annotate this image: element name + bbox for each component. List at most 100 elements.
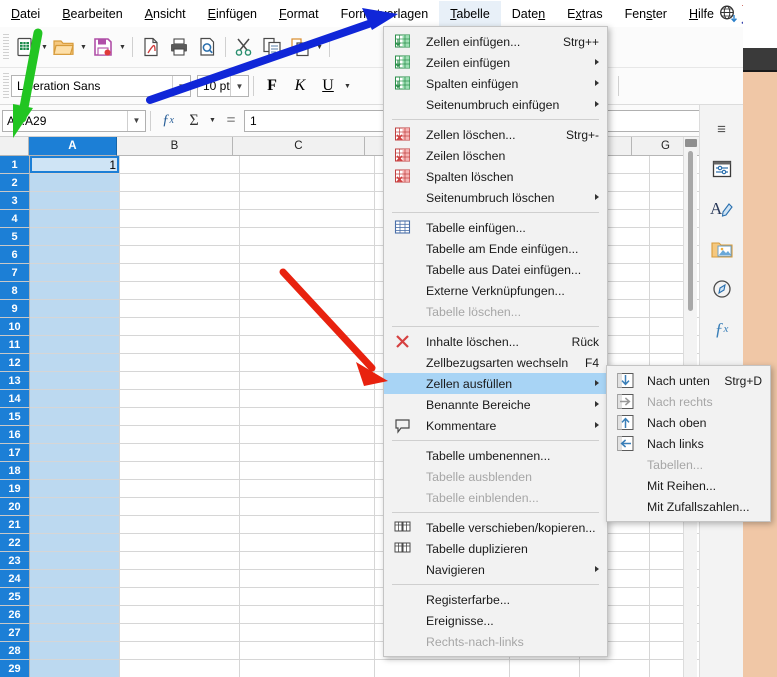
cell-A5[interactable] [30,228,120,246]
menu-item-ansicht[interactable]: Ansicht [134,1,197,27]
cell-B17[interactable] [120,444,240,462]
column-header-C[interactable]: C [233,137,365,156]
cell-F29[interactable] [580,660,650,677]
underline-dropdown-icon[interactable]: ▼ [342,72,353,100]
menu-option-benannte-bereiche[interactable]: Benannte Bereiche [384,394,607,415]
row-header-15[interactable]: 15 [0,408,30,426]
cell-A19[interactable] [30,480,120,498]
menu-item-einfügen[interactable]: Einfügen [197,1,268,27]
font-name-dropdown-icon[interactable]: ▼ [172,76,190,96]
cell-C10[interactable] [240,318,375,336]
cell-A22[interactable] [30,534,120,552]
column-header-B[interactable]: B [116,137,234,156]
row-header-17[interactable]: 17 [0,444,30,462]
styles-icon[interactable]: A [705,191,739,227]
menu-option-zeilen-einf-gen[interactable]: Zeilen einfügen [384,52,607,73]
cell-A28[interactable] [30,642,120,660]
cell-B13[interactable] [120,372,240,390]
row-header-26[interactable]: 26 [0,606,30,624]
cell-C21[interactable] [240,516,375,534]
cell-B20[interactable] [120,498,240,516]
cell-B3[interactable] [120,192,240,210]
cell-B6[interactable] [120,246,240,264]
cell-B16[interactable] [120,426,240,444]
open-file-icon[interactable] [50,33,78,61]
cell-A23[interactable] [30,552,120,570]
row-header-2[interactable]: 2 [0,174,30,192]
row-header-28[interactable]: 28 [0,642,30,660]
new-document-icon[interactable] [11,33,39,61]
paste-icon[interactable] [286,33,314,61]
fx-icon[interactable]: ƒx [155,108,181,134]
cell-A20[interactable] [30,498,120,516]
menu-option-zellen-l-schen[interactable]: Zellen löschen... Strg+- [384,124,607,145]
cell-C16[interactable] [240,426,375,444]
row-header-7[interactable]: 7 [0,264,30,282]
cell-C7[interactable] [240,264,375,282]
row-header-1[interactable]: 1 [0,156,30,174]
menu-item-tabelle[interactable]: Tabelle [439,0,501,27]
menu-item-formatvorlagen[interactable]: Formatvorlagen [330,1,440,27]
copy-icon[interactable] [258,33,286,61]
cell-B18[interactable] [120,462,240,480]
row-header-24[interactable]: 24 [0,570,30,588]
cell-A3[interactable] [30,192,120,210]
cell-C9[interactable] [240,300,375,318]
name-box-dropdown-icon[interactable]: ▼ [127,110,145,131]
menu-item-daten[interactable]: Daten [501,1,556,27]
cell-C5[interactable] [240,228,375,246]
cell-A26[interactable] [30,606,120,624]
menu-item-extras[interactable]: Extras [556,1,613,27]
menu-option-zellbezugsarten-wechseln[interactable]: Zellbezugsarten wechseln F4 [384,352,607,373]
new-document-dropdown-icon[interactable]: ▼ [39,33,50,61]
cell-C1[interactable] [240,156,375,174]
row-header-11[interactable]: 11 [0,336,30,354]
row-header-21[interactable]: 21 [0,516,30,534]
menu-item-format[interactable]: Format [268,1,330,27]
equals-icon[interactable]: = [218,108,244,134]
cell-C17[interactable] [240,444,375,462]
row-header-16[interactable]: 16 [0,426,30,444]
cell-B14[interactable] [120,390,240,408]
row-header-19[interactable]: 19 [0,480,30,498]
select-all-corner[interactable] [0,137,30,156]
cell-B2[interactable] [120,174,240,192]
cell-A2[interactable] [30,174,120,192]
cell-A29[interactable] [30,660,120,677]
menu-option-ereignisse[interactable]: Ereignisse... [384,610,607,631]
cell-A18[interactable] [30,462,120,480]
menu-option-navigieren[interactable]: Navigieren [384,559,607,580]
navigator-icon[interactable] [705,271,739,307]
row-header-23[interactable]: 23 [0,552,30,570]
cell-C18[interactable] [240,462,375,480]
scrollbar-split-handle[interactable] [685,139,697,147]
cell-A17[interactable] [30,444,120,462]
row-header-8[interactable]: 8 [0,282,30,300]
bold-button[interactable]: F [258,72,286,100]
cell-B29[interactable] [120,660,240,677]
cell-A15[interactable] [30,408,120,426]
cell-C3[interactable] [240,192,375,210]
cell-B21[interactable] [120,516,240,534]
menu-option-spalten-einf-gen[interactable]: Spalten einfügen [384,73,607,94]
cell-A7[interactable] [30,264,120,282]
cell-C11[interactable] [240,336,375,354]
cell-A10[interactable] [30,318,120,336]
cell-A21[interactable] [30,516,120,534]
cell-B28[interactable] [120,642,240,660]
cell-C29[interactable] [240,660,375,677]
menu-option-seitenumbruch-l-schen[interactable]: Seitenumbruch löschen [384,187,607,208]
font-name-input[interactable]: Liberation Sans ▼ [11,75,191,97]
cell-C12[interactable] [240,354,375,372]
tabelle-dropdown-menu[interactable]: Zellen einfügen... Strg++ Zeilen einfügen S… [383,26,608,657]
cell-B9[interactable] [120,300,240,318]
row-header-5[interactable]: 5 [0,228,30,246]
submenu-option-nach-oben[interactable]: Nach oben [607,412,770,433]
cell-C4[interactable] [240,210,375,228]
cell-C6[interactable] [240,246,375,264]
sigma-dropdown-icon[interactable]: ▼ [207,107,218,135]
cell-B4[interactable] [120,210,240,228]
cell-C19[interactable] [240,480,375,498]
cell-B24[interactable] [120,570,240,588]
row-header-6[interactable]: 6 [0,246,30,264]
